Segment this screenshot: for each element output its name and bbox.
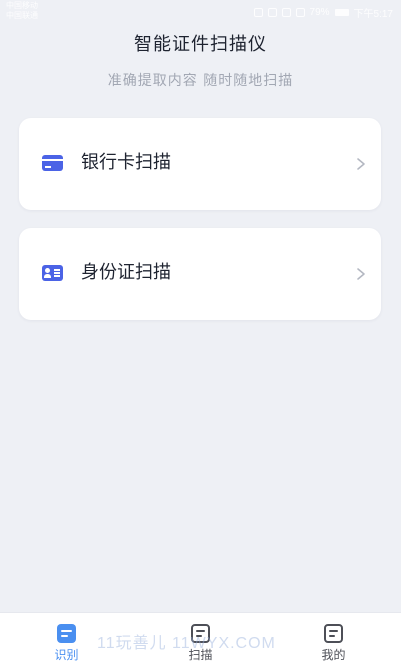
bank-card-icon bbox=[42, 155, 63, 171]
carrier-line-1: 中国移动 bbox=[6, 1, 38, 10]
page-subtitle: 准确提取内容 随时随地扫描 bbox=[107, 73, 294, 89]
tab-scan-label: 扫描 bbox=[188, 648, 213, 662]
clock: 下午5:17 bbox=[353, 9, 393, 20]
page-title: 智能证件扫描仪 bbox=[134, 34, 267, 55]
tab-scan[interactable]: 扫描 bbox=[134, 613, 267, 667]
vibrate-icon bbox=[267, 8, 277, 17]
carrier-line-2: 中国联通 bbox=[6, 11, 38, 20]
status-indicators: 79% 下午5:17 bbox=[253, 5, 393, 20]
battery-percent: 79% bbox=[309, 7, 330, 18]
tab-recognize-label: 识别 bbox=[54, 648, 79, 662]
chevron-right-icon bbox=[357, 158, 365, 170]
carrier-info: 中国移动 中国联通 bbox=[6, 1, 38, 21]
tab-profile-label: 我的 bbox=[321, 648, 346, 662]
bottom-tab-bar: 识别 扫描 我的 bbox=[0, 612, 401, 667]
wifi-icon bbox=[281, 8, 291, 17]
alarm-icon bbox=[253, 8, 263, 17]
id-card-scan-card[interactable]: 身份证扫描 bbox=[19, 228, 381, 320]
id-card-icon bbox=[42, 265, 63, 281]
battery-icon bbox=[334, 9, 349, 16]
status-bar: 中国移动 中国联通 79% 下午5:17 bbox=[0, 0, 401, 22]
bank-card-scan-label: 银行卡扫描 bbox=[81, 152, 171, 173]
profile-icon bbox=[324, 624, 343, 643]
tab-profile[interactable]: 我的 bbox=[267, 613, 400, 667]
scan-icon bbox=[191, 624, 210, 643]
tab-recognize[interactable]: 识别 bbox=[0, 613, 133, 667]
bank-card-scan-card[interactable]: 银行卡扫描 bbox=[19, 118, 381, 210]
recognize-icon bbox=[57, 624, 76, 643]
chevron-right-icon bbox=[357, 268, 365, 280]
signal-icon bbox=[295, 8, 305, 17]
id-card-scan-label: 身份证扫描 bbox=[81, 262, 171, 283]
